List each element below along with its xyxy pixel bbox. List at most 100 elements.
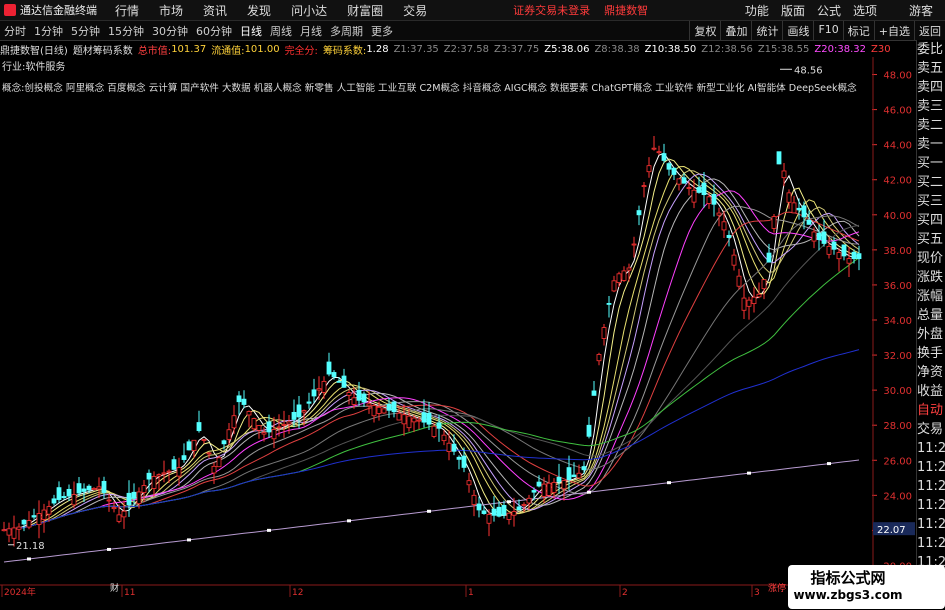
candle-body [21, 519, 27, 525]
candle-body [731, 254, 737, 266]
ma250-dot [427, 509, 431, 513]
full-score-label: 完全分: [284, 45, 318, 57]
quote-panel-item[interactable]: 自动 [917, 401, 945, 420]
candle-body [11, 527, 17, 539]
quote-panel-item: 换手 [917, 346, 944, 361]
trade-login-warning[interactable]: 证券交易未登录 [513, 2, 590, 18]
app-title: 通达信金融终端 [20, 4, 97, 17]
broker-name[interactable]: 鼎捷数智 [604, 2, 648, 18]
menu-gongshi[interactable]: 公式 [817, 2, 841, 19]
f10-button[interactable]: F10 [813, 21, 842, 40]
time-tick-label: 11 [124, 588, 135, 597]
fuquan-button[interactable]: 复权 [689, 21, 720, 40]
menu-xuanxiang[interactable]: 选项 [853, 2, 877, 19]
menu-banmian[interactable]: 版面 [781, 2, 805, 19]
mark-button[interactable]: 标记 [842, 21, 874, 40]
candle-body [31, 515, 37, 518]
candle-body [651, 147, 657, 150]
candle-body [131, 491, 137, 499]
period-5min[interactable]: 5分钟 [67, 23, 104, 39]
candle-body [826, 245, 832, 255]
period-30min[interactable]: 30分钟 [148, 23, 192, 39]
menu-jiaoyi[interactable]: 交易 [403, 2, 427, 19]
menu-gongneng[interactable]: 功能 [745, 2, 769, 19]
candle-body [196, 422, 202, 432]
candle-body [286, 421, 292, 425]
menu-hangqing[interactable]: 行情 [115, 2, 139, 19]
period-60min[interactable]: 60分钟 [192, 23, 236, 39]
candle-body [351, 397, 357, 405]
industry-label: 行业:软件服务 [2, 60, 65, 73]
quote-panel-item: 买五 [917, 232, 944, 247]
price-tick-label: 40.00 [883, 211, 912, 222]
z-item-3: Z5:38.06 [544, 43, 590, 55]
period-fenshi[interactable]: 分时 [0, 23, 30, 39]
quote-panel-item: 现价 [917, 251, 944, 266]
candle-body [751, 296, 757, 304]
candle-body [611, 280, 617, 292]
candle-body [201, 439, 207, 441]
period-multi[interactable]: 多周期 [326, 23, 367, 39]
finance-tag: 财 [110, 582, 119, 594]
candle-body [256, 425, 262, 431]
candle-body [271, 429, 277, 440]
period-15min[interactable]: 15分钟 [104, 23, 148, 39]
period-monthly[interactable]: 月线 [296, 23, 326, 39]
candle-body [311, 389, 317, 397]
chip-label: 筹码系数: [322, 45, 367, 57]
candle-body [821, 231, 827, 244]
back-button[interactable]: 返回 [914, 21, 945, 40]
period-more[interactable]: 更多 [367, 23, 397, 39]
stats-button[interactable]: 统计 [751, 21, 782, 40]
candle-body [661, 153, 667, 161]
menu-faxian[interactable]: 发现 [247, 2, 271, 19]
candle-body [556, 476, 562, 482]
candle-body [641, 185, 647, 187]
candle-body [186, 441, 192, 451]
candle-body [506, 512, 512, 520]
z-item-4: Z8:38.38 [594, 43, 640, 55]
candle-body [476, 503, 482, 511]
candle-body [166, 470, 172, 473]
overlay-button[interactable]: 叠加 [720, 21, 751, 40]
candle-body [101, 480, 107, 493]
kline-chart[interactable]: 行业:软件服务概念:创投概念 阿里概念 百度概念 云计算 国产软件 大数据 机器… [0, 57, 916, 597]
candle-body [261, 432, 267, 435]
period-daily[interactable]: 日线 [236, 23, 266, 39]
menu-zixun[interactable]: 资讯 [203, 2, 227, 19]
candle-body [446, 442, 452, 452]
ma250-dot [107, 547, 111, 551]
period-weekly[interactable]: 周线 [266, 23, 296, 39]
price-tick-label: 42.00 [883, 176, 912, 187]
ma250-line [3, 459, 860, 563]
title-bar: 通达信金融终端 行情 市场 资讯 发现 问小达 财富圈 交易 证券交易未登录 鼎… [0, 0, 945, 21]
ma250-dot [187, 538, 191, 542]
candle-body [516, 506, 522, 511]
candle-body [601, 327, 607, 339]
candle-body [336, 380, 342, 383]
stock-name[interactable]: 鼎捷数智(日线) [0, 42, 68, 57]
total-cap-label: 总市值: [137, 45, 172, 57]
candle-body [401, 414, 407, 425]
price-tick-label: 28.00 [883, 421, 912, 432]
quote-panel-item[interactable]: 交易 [917, 420, 945, 439]
draw-line-button[interactable]: 画线 [782, 21, 813, 40]
add-watchlist-button[interactable]: +自选 [873, 21, 914, 40]
guest-button[interactable]: 游客 [909, 2, 933, 19]
candle-body [276, 426, 282, 429]
candle-body [41, 509, 47, 520]
indicator-name[interactable]: 题材筹码系数 [73, 42, 133, 57]
candle-body [456, 456, 462, 460]
menu-shichang[interactable]: 市场 [159, 2, 183, 19]
candle-body [156, 474, 162, 477]
candle-body [681, 177, 687, 184]
candle-body [81, 488, 87, 492]
period-1min[interactable]: 1分钟 [30, 23, 67, 39]
menu-caifuquan[interactable]: 财富圈 [347, 2, 383, 19]
ma50-line [3, 224, 860, 531]
high-label: 48.56 [794, 65, 823, 76]
candle-body [606, 303, 612, 305]
menu-wenxiaoda[interactable]: 问小达 [291, 2, 327, 19]
candle-body [466, 480, 472, 486]
app-logo-icon [4, 4, 16, 16]
